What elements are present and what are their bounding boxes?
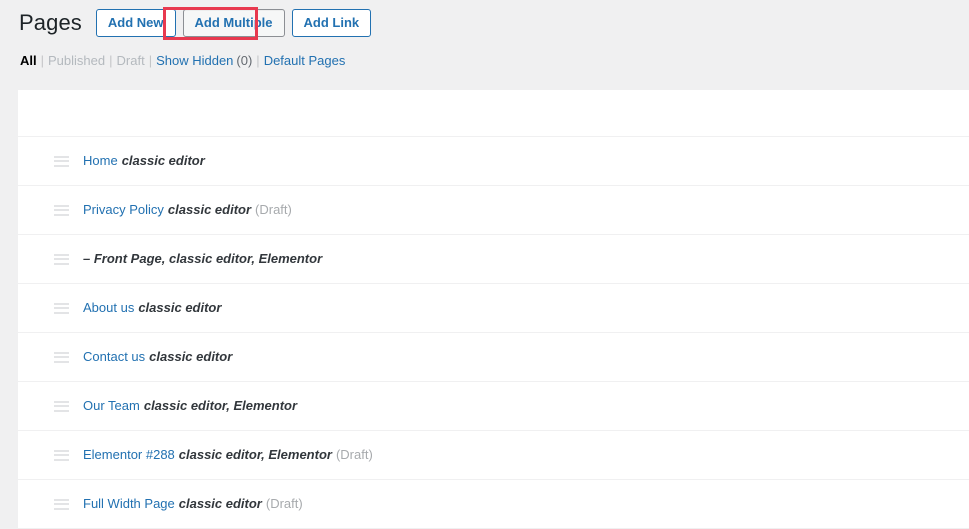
page-title-link[interactable]: Contact us: [83, 349, 145, 364]
page-status-badge: (Draft): [265, 495, 303, 511]
menu-row[interactable]: Contact us classic editor: [18, 333, 969, 382]
menu-row[interactable]: Elementor #288 classic editor, Elementor(…: [18, 431, 969, 480]
list-header-row: [18, 90, 969, 137]
drag-handle-icon[interactable]: [54, 302, 69, 314]
row-text: – Front Page, classic editor, Elementor: [83, 250, 322, 268]
drag-handle-icon[interactable]: [54, 155, 69, 167]
drag-handle-icon[interactable]: [54, 204, 69, 216]
row-text: Elementor #288 classic editor, Elementor(…: [83, 446, 373, 464]
row-text: Full Width Page classic editor (Draft): [83, 495, 303, 513]
filter-default-pages[interactable]: Default Pages: [264, 53, 346, 68]
row-text: Our Team classic editor, Elementor: [83, 397, 297, 415]
row-text: About us classic editor: [83, 299, 221, 317]
page-status-badge: (Draft): [335, 446, 373, 462]
menu-row[interactable]: – Front Page, classic editor, Elementor: [18, 235, 969, 284]
filter-links: All | Published | Draft | Show Hidden (0) | Defau…: [0, 36, 969, 74]
filter-all[interactable]: All: [20, 53, 37, 68]
page-title-link[interactable]: Elementor #288: [83, 447, 175, 462]
page-meta-label: classic editor, Elementor: [178, 446, 332, 462]
page-meta-label: classic editor: [138, 299, 222, 315]
page-title-link[interactable]: About us: [83, 300, 134, 315]
filter-draft[interactable]: Draft: [117, 53, 145, 68]
filter-separator: |: [256, 53, 260, 68]
filter-published[interactable]: Published: [48, 53, 105, 68]
menu-row[interactable]: Our Team classic editor, Elementor: [18, 382, 969, 431]
page-title: Pages: [19, 9, 82, 35]
drag-handle-icon[interactable]: [54, 400, 69, 412]
filter-separator: |: [40, 53, 45, 68]
page-title-link[interactable]: Our Team: [83, 398, 140, 413]
page-meta-label: classic editor: [121, 152, 205, 168]
page-title-link[interactable]: Full Width Page: [83, 496, 175, 511]
filter-separator: |: [109, 53, 113, 68]
add-multiple-button[interactable]: Add Multiple: [182, 9, 285, 37]
menu-row[interactable]: About us classic editor: [18, 284, 969, 333]
filter-show-hidden[interactable]: Show Hidden: [156, 53, 233, 68]
hidden-count: (0): [236, 53, 253, 68]
drag-handle-icon[interactable]: [54, 253, 69, 265]
pages-list-panel: Home classic editor Privacy Policy classic …: [18, 89, 969, 529]
page-meta-label: – Front Page, classic editor, Elementor: [83, 250, 323, 266]
page-header: Pages Add New Add Multiple Add Link All |…: [0, 0, 969, 88]
pages-list: Home classic editor Privacy Policy classic …: [18, 137, 969, 529]
add-link-button[interactable]: Add Link: [291, 9, 372, 37]
page-meta-label: classic editor: [167, 201, 252, 217]
menu-row[interactable]: Full Width Page classic editor (Draft): [18, 480, 969, 529]
page-title-link[interactable]: Privacy Policy: [83, 202, 164, 217]
row-text: Home classic editor: [83, 152, 205, 170]
menu-row[interactable]: Privacy Policy classic editor (Draft): [18, 186, 969, 235]
page-status-badge: (Draft): [255, 201, 292, 217]
menu-row[interactable]: Home classic editor: [18, 137, 969, 186]
row-text: Contact us classic editor: [83, 348, 232, 366]
page-title-link[interactable]: Home: [83, 153, 118, 168]
row-text: Privacy Policy classic editor (Draft): [83, 201, 292, 219]
page-meta-label: classic editor: [178, 495, 262, 511]
add-new-button[interactable]: Add New: [95, 9, 176, 37]
drag-handle-icon[interactable]: [54, 498, 69, 510]
filter-separator: |: [148, 53, 153, 68]
drag-handle-icon[interactable]: [54, 351, 69, 363]
page-meta-label: classic editor, Elementor: [143, 397, 298, 413]
title-row: Pages Add New Add Multiple Add Link: [0, 0, 969, 37]
drag-handle-icon[interactable]: [54, 449, 69, 461]
page-meta-label: classic editor: [149, 348, 233, 364]
